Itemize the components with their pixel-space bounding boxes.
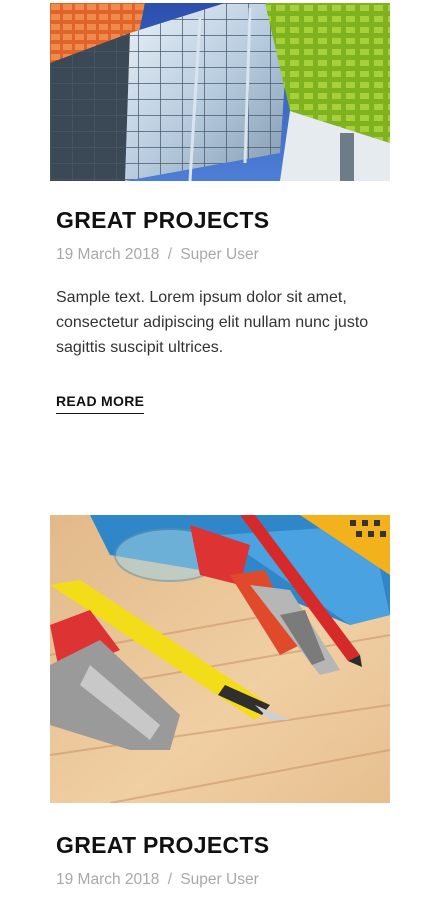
post-card: GREAT PROJECTS 19 March 2018 / Super Use… <box>50 0 390 420</box>
tools-photo <box>50 515 390 803</box>
building-photo <box>50 3 390 181</box>
post-excerpt: Sample text. Lorem ipsum dolor sit amet,… <box>56 289 369 356</box>
post-meta: 19 March 2018 / Super User <box>56 246 259 264</box>
post-image-tools[interactable] <box>50 515 390 803</box>
post-date: 19 March 2018 <box>56 871 160 888</box>
meta-separator: / <box>167 871 173 888</box>
post-author[interactable]: Super User <box>180 871 258 888</box>
read-more-link[interactable]: READ MORE <box>56 393 145 414</box>
post-date: 19 March 2018 <box>56 246 160 263</box>
post-author[interactable]: Super User <box>180 246 258 263</box>
post-meta: 19 March 2018 / Super User <box>56 871 259 889</box>
post-title[interactable]: GREAT PROJECTS <box>56 832 269 859</box>
post-title[interactable]: GREAT PROJECTS <box>56 207 269 234</box>
meta-separator: / <box>167 246 173 263</box>
post-image-building[interactable] <box>50 3 390 181</box>
post-card: GREAT PROJECTS 19 March 2018 / Super Use… <box>50 515 390 899</box>
